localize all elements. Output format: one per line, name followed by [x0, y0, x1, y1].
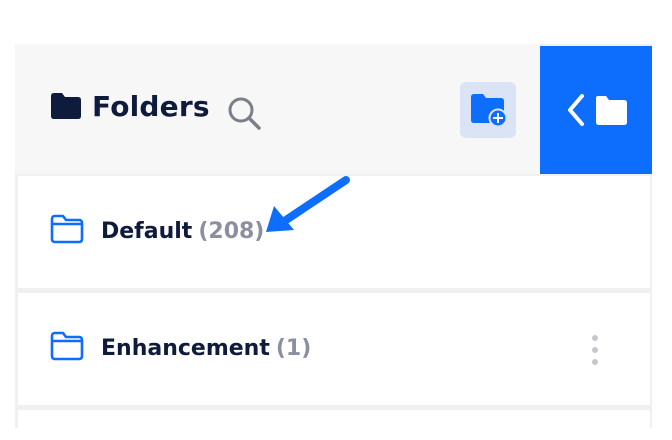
- page-title: Folders: [92, 90, 210, 123]
- search-icon[interactable]: [227, 96, 263, 132]
- folder-plus-icon: [471, 94, 507, 127]
- folder-row-partial: [18, 410, 650, 440]
- folder-name: Default (208): [101, 217, 264, 247]
- folder-icon: [51, 93, 81, 119]
- folder-name: Enhancement (1): [101, 334, 311, 364]
- folder-count: (1): [275, 336, 312, 361]
- folder-outline-icon: [50, 214, 84, 244]
- folder-name-text: Enhancement: [101, 336, 270, 361]
- new-folder-button[interactable]: [460, 82, 516, 138]
- more-options-icon[interactable]: [588, 333, 602, 367]
- folder-name-text: Default: [101, 219, 193, 244]
- folders-header: Folders: [15, 44, 540, 174]
- folder-count: (208): [198, 219, 265, 244]
- collapse-folders-button[interactable]: [540, 46, 652, 174]
- folder-outline-icon: [50, 331, 84, 361]
- folder-row-enhancement[interactable]: Enhancement (1): [18, 293, 650, 405]
- chevron-left-folder-icon: [568, 94, 627, 126]
- pointer-arrow: [266, 176, 350, 232]
